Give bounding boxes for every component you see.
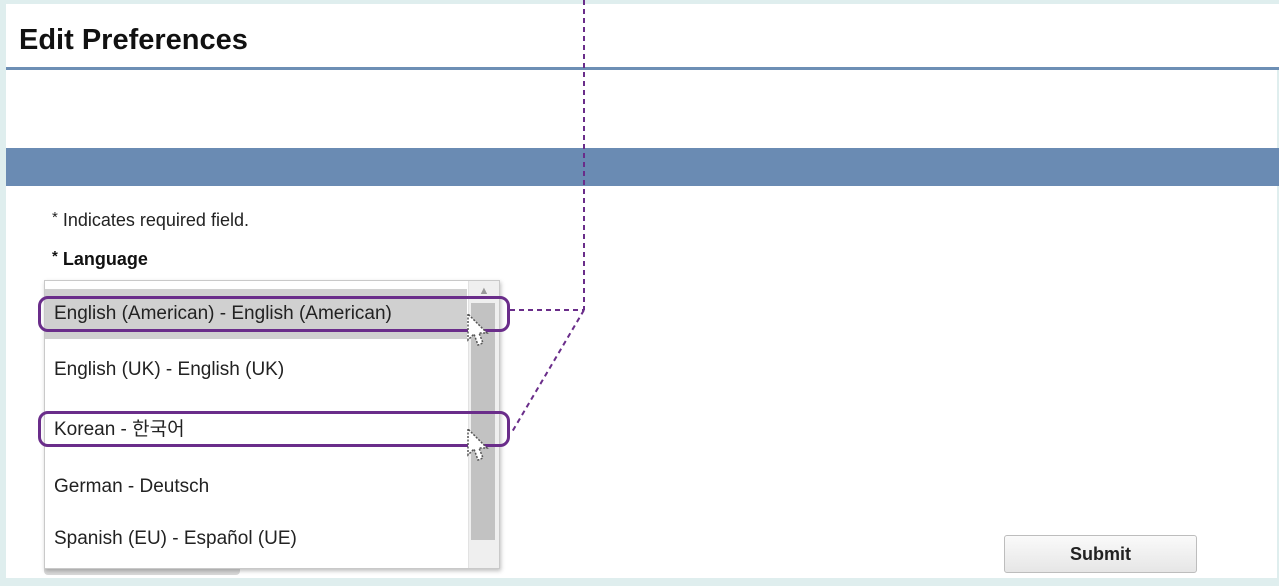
mouse-pointer-icon: [467, 427, 489, 461]
language-option-spanish-eu[interactable]: Spanish (EU) - Español (UE): [45, 514, 467, 564]
highlight-korean: [38, 411, 510, 447]
page-header: Edit Preferences: [6, 4, 1279, 70]
language-label: * Language: [52, 248, 148, 270]
required-note: * Indicates required field.: [52, 209, 249, 231]
required-star: *: [52, 248, 58, 265]
page-title: Edit Preferences: [19, 24, 248, 56]
language-option-german[interactable]: German - Deutsch: [45, 462, 467, 512]
highlight-english-american: [38, 296, 510, 332]
language-option-english-uk[interactable]: English (UK) - English (UK): [45, 345, 467, 395]
section-band: [6, 148, 1279, 186]
required-star: *: [52, 209, 58, 226]
submit-button[interactable]: Submit: [1004, 535, 1197, 573]
mouse-pointer-icon: [467, 312, 489, 346]
language-label-text: Language: [62, 249, 148, 269]
required-note-text: Indicates required field.: [62, 210, 249, 230]
